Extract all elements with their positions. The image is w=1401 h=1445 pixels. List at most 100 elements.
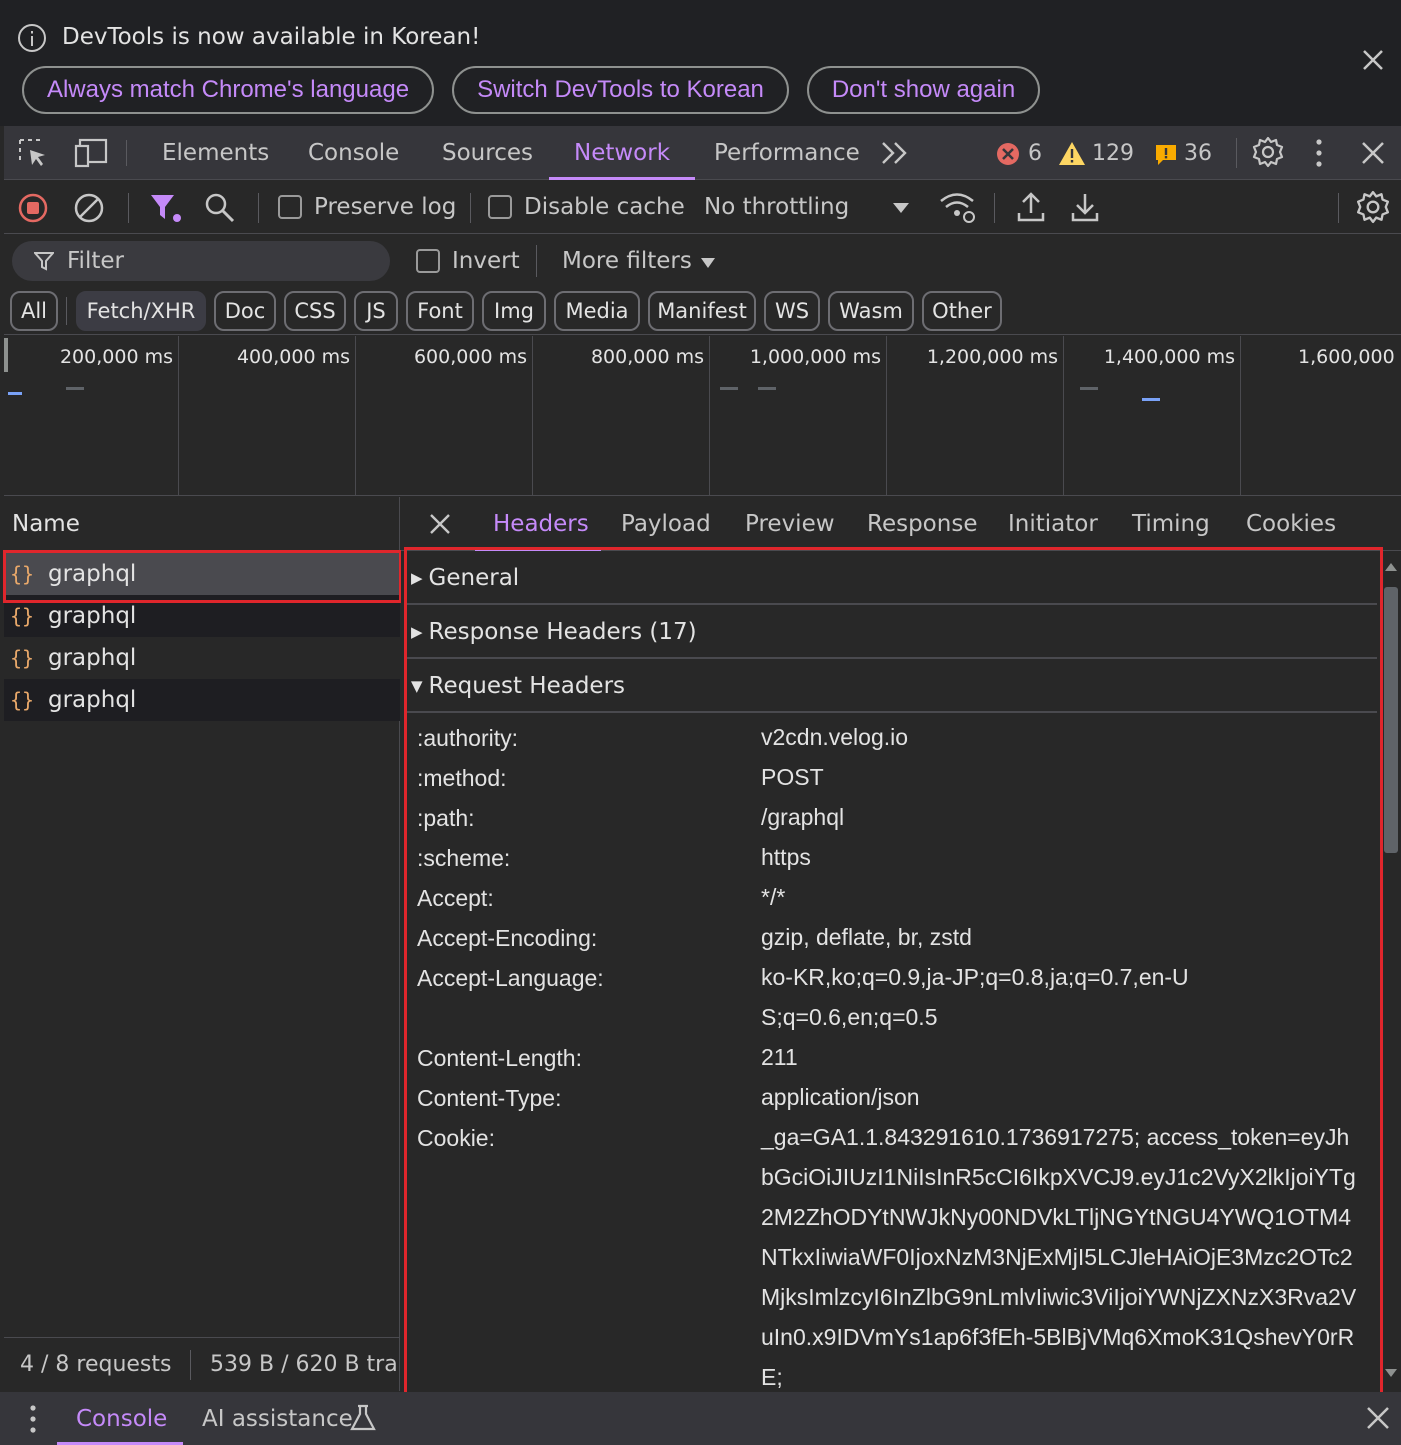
filter-placeholder: Filter bbox=[67, 248, 124, 274]
tab-response[interactable]: Response bbox=[867, 497, 977, 551]
more-tabs-chevron-icon[interactable] bbox=[880, 140, 910, 166]
fetch-xhr-icon: {} bbox=[10, 688, 35, 712]
filter-input[interactable]: Filter bbox=[12, 241, 390, 281]
import-har-upload-icon[interactable] bbox=[1016, 191, 1046, 223]
disable-cache-checkbox[interactable] bbox=[488, 195, 512, 219]
response-headers-section-header[interactable]: ▶ Response Headers (17) bbox=[407, 607, 1377, 659]
invert-checkbox[interactable] bbox=[416, 249, 440, 273]
chevron-down-icon[interactable] bbox=[892, 201, 910, 215]
error-icon[interactable] bbox=[996, 142, 1020, 166]
close-devtools-icon[interactable] bbox=[1360, 140, 1386, 166]
tab-elements[interactable]: Elements bbox=[162, 126, 269, 180]
type-filter-all[interactable]: All bbox=[10, 291, 58, 331]
request-bar bbox=[1080, 387, 1098, 390]
tab-payload[interactable]: Payload bbox=[621, 497, 711, 551]
type-filter-ws[interactable]: WS bbox=[764, 291, 820, 331]
header-value: 211 bbox=[761, 1044, 798, 1070]
always-match-language-button[interactable]: Always match Chrome's language bbox=[22, 66, 434, 114]
type-filter-css[interactable]: CSS bbox=[284, 291, 346, 331]
request-row[interactable]: {} graphql bbox=[4, 595, 400, 637]
drawer-menu-icon[interactable] bbox=[28, 1404, 38, 1434]
tick-label: 800,000 ms bbox=[590, 346, 704, 368]
switch-to-korean-button[interactable]: Switch DevTools to Korean bbox=[452, 66, 789, 114]
request-bar bbox=[66, 387, 84, 390]
scroll-up-icon[interactable] bbox=[1385, 563, 1397, 571]
overview-handle[interactable] bbox=[4, 338, 8, 372]
tab-initiator[interactable]: Initiator bbox=[1008, 497, 1098, 551]
export-har-download-icon[interactable] bbox=[1070, 191, 1100, 223]
inspect-element-icon[interactable] bbox=[18, 138, 48, 168]
tick-label: 600,000 ms bbox=[413, 346, 527, 368]
tick-label: 200,000 ms bbox=[59, 346, 173, 368]
scrollbar[interactable] bbox=[1381, 557, 1401, 1387]
scroll-down-icon[interactable] bbox=[1385, 1369, 1397, 1377]
stop-recording-icon[interactable] bbox=[18, 193, 48, 223]
header-name: :authority: bbox=[417, 725, 518, 751]
settings-gear-icon[interactable] bbox=[1252, 136, 1284, 168]
expand-triangle-icon: ▶ bbox=[411, 569, 423, 587]
preserve-log-label[interactable]: Preserve log bbox=[314, 194, 456, 220]
status-bar: 4 / 8 requests 539 B / 620 B tra bbox=[4, 1337, 400, 1391]
tab-cookies[interactable]: Cookies bbox=[1246, 497, 1336, 551]
error-count[interactable]: 6 bbox=[1028, 141, 1042, 166]
type-filter-font[interactable]: Font bbox=[406, 291, 474, 331]
tab-sources[interactable]: Sources bbox=[442, 126, 533, 180]
invert-label[interactable]: Invert bbox=[452, 248, 520, 274]
request-name: graphql bbox=[48, 645, 137, 671]
close-drawer-icon[interactable] bbox=[1366, 1406, 1390, 1430]
close-detail-icon[interactable] bbox=[429, 513, 451, 535]
header-name: Accept-Language: bbox=[417, 965, 604, 991]
scrollbar-thumb[interactable] bbox=[1384, 587, 1398, 853]
filter-funnel-icon[interactable] bbox=[150, 193, 182, 223]
warning-icon[interactable] bbox=[1058, 141, 1086, 167]
request-row[interactable]: {} graphql bbox=[4, 679, 400, 721]
transfer-size: 539 B / 620 B tra bbox=[210, 1352, 398, 1377]
header-value: https bbox=[761, 844, 811, 870]
tab-network[interactable]: Network bbox=[548, 126, 696, 180]
tab-timing[interactable]: Timing bbox=[1132, 497, 1210, 551]
tab-preview[interactable]: Preview bbox=[745, 497, 835, 551]
header-name: Content-Length: bbox=[417, 1045, 582, 1071]
clear-icon[interactable] bbox=[74, 193, 104, 223]
warning-count[interactable]: 129 bbox=[1092, 141, 1134, 166]
close-icon[interactable] bbox=[1360, 47, 1386, 73]
type-filter-wasm[interactable]: Wasm bbox=[828, 291, 914, 331]
tab-performance[interactable]: Performance bbox=[714, 126, 860, 180]
header-name: Cookie: bbox=[417, 1125, 495, 1151]
tab-headers[interactable]: Headers bbox=[493, 497, 589, 551]
preserve-log-checkbox[interactable] bbox=[278, 195, 302, 219]
request-row[interactable]: {} graphql bbox=[4, 553, 400, 595]
type-filter-fetch-xhr[interactable]: Fetch/XHR bbox=[76, 291, 206, 331]
type-filter-manifest[interactable]: Manifest bbox=[648, 291, 756, 331]
more-filters-button[interactable]: More filters bbox=[562, 248, 692, 274]
network-settings-gear-icon[interactable] bbox=[1356, 190, 1390, 224]
issue-icon[interactable] bbox=[1154, 143, 1178, 167]
more-options-icon[interactable] bbox=[1314, 138, 1324, 168]
chevron-down-icon[interactable] bbox=[700, 257, 716, 269]
request-row[interactable]: {} graphql bbox=[4, 637, 400, 679]
type-filter-media[interactable]: Media bbox=[554, 291, 640, 331]
issue-count[interactable]: 36 bbox=[1184, 141, 1212, 166]
type-filter-doc[interactable]: Doc bbox=[214, 291, 276, 331]
request-headers-section-header[interactable]: ▼ Request Headers bbox=[407, 661, 1377, 713]
general-section-header[interactable]: ▶ General bbox=[407, 553, 1377, 605]
network-overview-timeline[interactable]: 200,000 ms 400,000 ms 600,000 ms 800,000… bbox=[4, 336, 1401, 496]
header-value: application/json bbox=[761, 1084, 920, 1110]
throttling-select[interactable]: No throttling bbox=[704, 194, 849, 220]
active-tab-indicator bbox=[475, 548, 601, 551]
network-conditions-icon[interactable] bbox=[938, 191, 978, 225]
drawer-tab-console[interactable]: Console bbox=[76, 1406, 167, 1432]
name-column-header[interactable]: Name bbox=[4, 497, 400, 551]
type-filter-img[interactable]: Img bbox=[482, 291, 546, 331]
type-filter-other[interactable]: Other bbox=[922, 291, 1002, 331]
device-toolbar-icon[interactable] bbox=[74, 138, 108, 168]
search-icon[interactable] bbox=[204, 192, 236, 224]
tab-console[interactable]: Console bbox=[308, 126, 399, 180]
request-list-panel: Name {} graphql {} graphql {} graphql {} gra… bbox=[4, 497, 400, 1391]
type-filter-js[interactable]: JS bbox=[354, 291, 398, 331]
tick-label: 400,000 ms bbox=[236, 346, 350, 368]
drawer-tab-ai-assistance[interactable]: AI assistance bbox=[202, 1406, 353, 1432]
dont-show-again-button[interactable]: Don't show again bbox=[807, 66, 1040, 114]
disable-cache-label[interactable]: Disable cache bbox=[524, 194, 685, 220]
section-title: General bbox=[428, 565, 520, 591]
